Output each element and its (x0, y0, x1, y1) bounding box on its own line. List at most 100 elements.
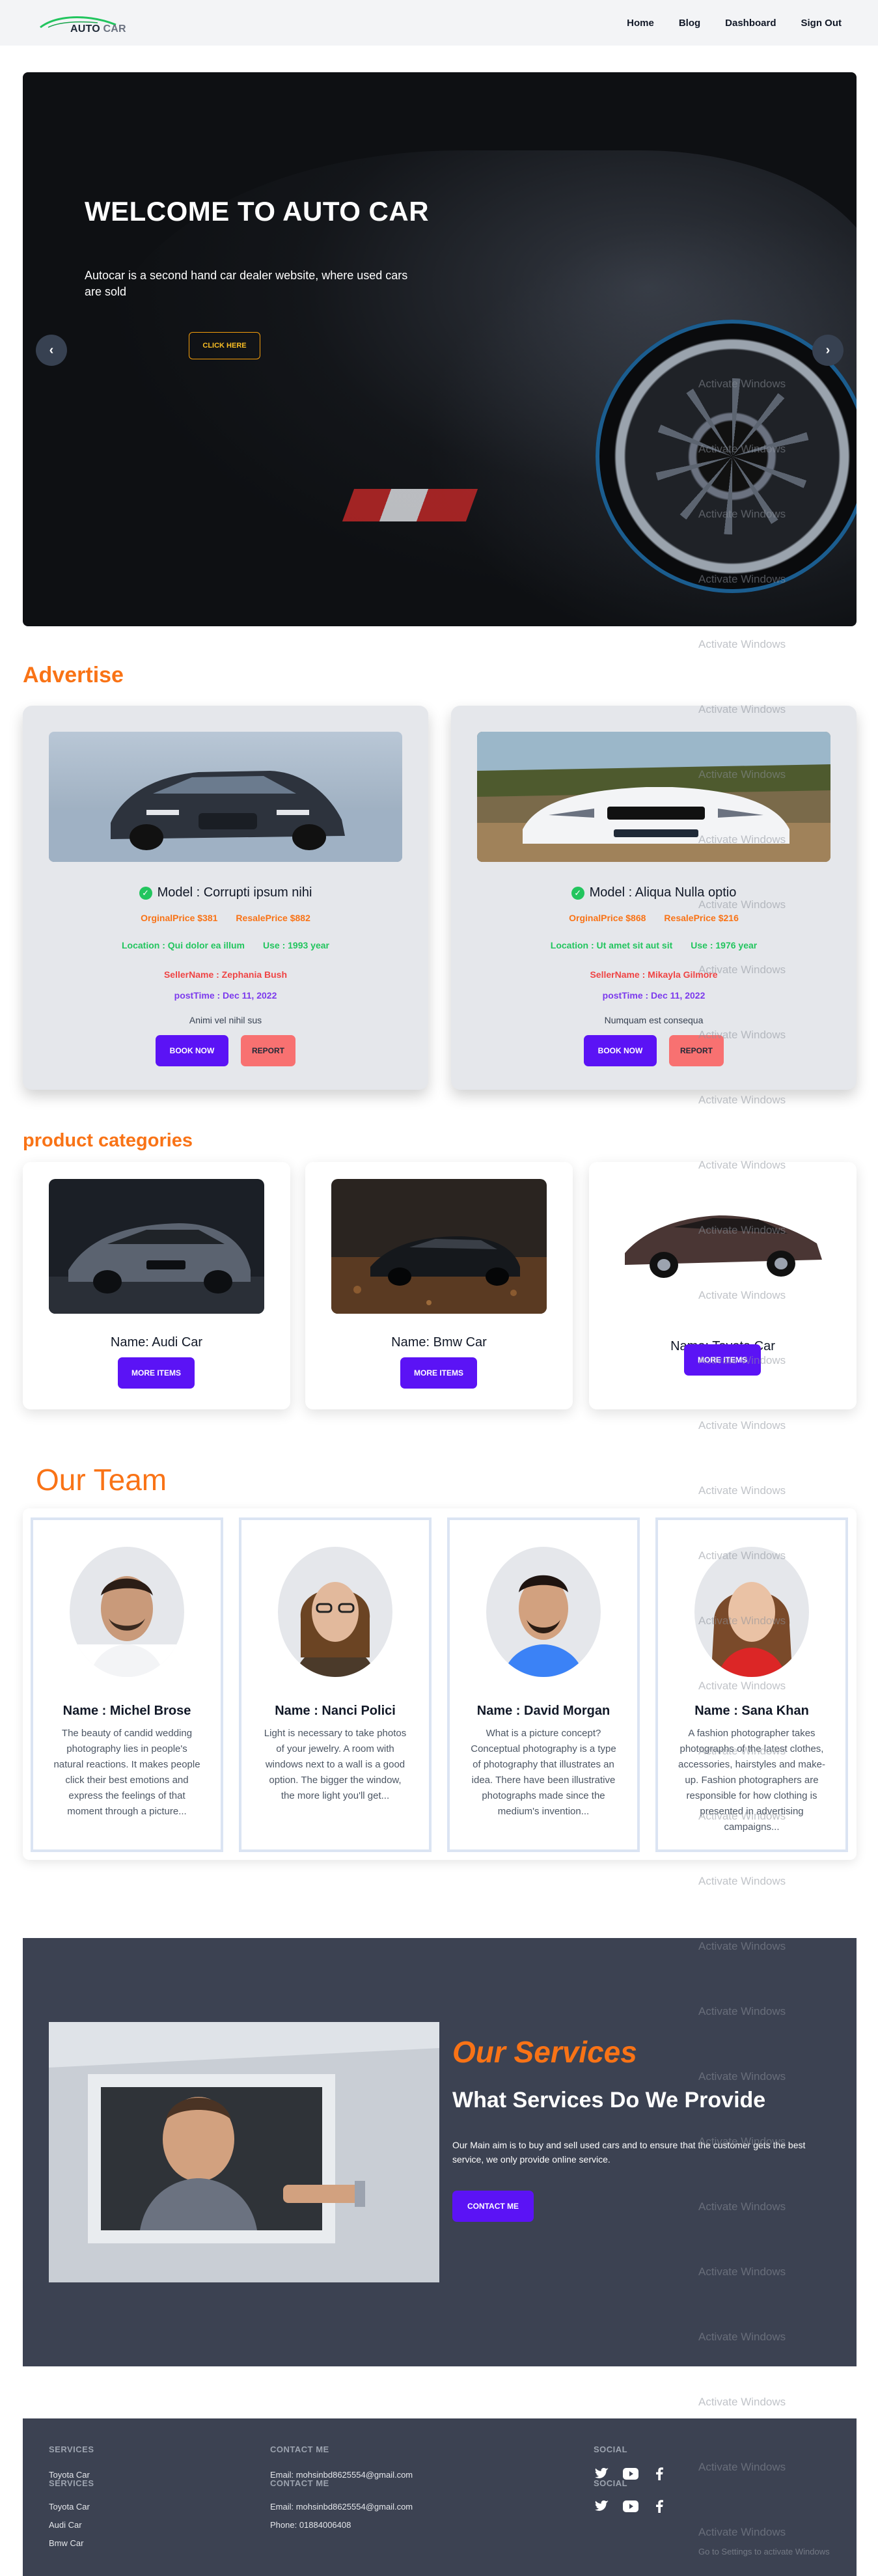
ad-location-use: Location : Qui dolor ea illum Use : 1993… (23, 940, 428, 950)
logo-text: AUTO CAR (70, 23, 126, 35)
watermark-text: Activate Windows (698, 2461, 786, 2473)
footer-service-link[interactable]: Audi Car (49, 2520, 82, 2530)
team-card: Name : Nanci Polici Light is necessary t… (239, 1517, 432, 1852)
watermark-text: Activate Windows (698, 2265, 786, 2278)
watermark-text: Activate Windows (698, 1680, 786, 1692)
hero-title: WELCOME TO AUTO CAR (85, 196, 430, 227)
twitter-icon[interactable] (594, 2499, 610, 2514)
ad-seller-row: SellerName : Zephania Bush (23, 969, 428, 980)
book-now-button[interactable]: BOOK NOW (156, 1035, 228, 1066)
footer-phone: Phone: 01884006408 (270, 2520, 351, 2530)
watermark-text: Activate Windows (698, 378, 786, 390)
logo[interactable]: AUTO CAR (39, 7, 137, 39)
watermark-text: Activate Windows (698, 1940, 786, 1952)
watermark-text: Activate Windows (698, 1745, 786, 1757)
book-now-button[interactable]: BOOK NOW (584, 1035, 657, 1066)
watermark-text: Activate Windows (698, 1419, 786, 1432)
navbar: AUTO CAR Home Blog Dashboard Sign Out (0, 0, 878, 46)
footer-contact-heading: CONTACT ME (270, 2444, 329, 2454)
ad-model: ✓ Model : Aliqua Nulla optio (451, 885, 857, 900)
carousel-next-button[interactable]: › (812, 335, 844, 366)
more-items-button[interactable]: MORE ITEMS (118, 1357, 195, 1389)
watermark-text: Activate Windows (698, 1875, 786, 1887)
ad-card: ✓ Model : Aliqua Nulla optio OrginalPric… (451, 706, 857, 1090)
category-name: Name: Audi Car (110, 1335, 203, 1350)
category-card-audi: Name: Audi Car MORE ITEMS (23, 1162, 290, 1409)
ad-use: Use : 1993 year (263, 940, 329, 950)
ad-buttons: BOOK NOW REPORT (451, 1035, 857, 1066)
watermark-text: Activate Windows (698, 638, 786, 650)
watermark-text: Activate Windows (698, 1614, 786, 1627)
ad-post-time: postTime : Dec 11, 2022 (602, 990, 706, 1001)
team-member-bio: What is a picture concept? Conceptual ph… (471, 1728, 616, 1817)
facebook-icon[interactable] (651, 2499, 668, 2514)
watermark-text: Activate Windows (698, 573, 786, 585)
footer-contact-heading-duplicate: CONTACT ME (270, 2478, 329, 2488)
watermark-text: Activate Windows (698, 2200, 786, 2213)
carousel-prev-button[interactable]: ‹ (36, 335, 67, 366)
nav-dashboard-link[interactable]: Dashboard (725, 18, 776, 29)
watermark-text: Activate Windows (698, 2526, 786, 2538)
team-member-photo (486, 1547, 601, 1677)
ad-location: Location : Qui dolor ea illum (122, 940, 245, 950)
category-card-toyota: Name: Toyota Car MORE ITEMS (589, 1162, 857, 1409)
check-circle-icon: ✓ (139, 886, 152, 900)
ad-prices: OrginalPrice $381 ResalePrice $882 (23, 913, 428, 923)
nav-blog-link[interactable]: Blog (679, 18, 700, 29)
ad-resale-price: ResalePrice $882 (236, 913, 310, 923)
hero-carousel: WELCOME TO AUTO CAR Autocar is a second … (23, 72, 857, 626)
ad-description: Animi vel nihil sus (189, 1015, 262, 1025)
watermark-text: Activate Windows (698, 898, 786, 911)
ad-description: Numquam est consequa (604, 1015, 704, 1025)
footer-service-link[interactable]: Bmw Car (49, 2538, 83, 2548)
footer-service-link[interactable]: Toyota Car (49, 2502, 90, 2512)
services-section: Our Services What Services Do We Provide… (23, 1938, 857, 2366)
watermark-hint: Go to Settings to activate Windows (698, 2547, 830, 2556)
ad-resale-price: ResalePrice $216 (664, 913, 739, 923)
watermark-text: Activate Windows (698, 1810, 786, 1822)
report-button[interactable]: REPORT (241, 1035, 295, 1066)
bmw-car-image (331, 1179, 547, 1314)
team-member-bio: The beauty of candid wedding photography… (53, 1728, 200, 1817)
team-member-photo (694, 1547, 809, 1677)
team-member-bio: Light is necessary to take photos of you… (264, 1728, 407, 1801)
watermark-text: Activate Windows (698, 2135, 786, 2148)
watermark-text: Activate Windows (698, 1094, 786, 1106)
chevron-right-icon: › (825, 342, 830, 357)
footer-services-heading-duplicate: SERVICES (49, 2478, 94, 2488)
ad-model: ✓ Model : Corrupti ipsum nihi (23, 885, 428, 900)
youtube-icon[interactable] (622, 2499, 639, 2514)
nav-links: Home Blog Dashboard Sign Out (627, 18, 842, 29)
contact-me-button[interactable]: CONTACT ME (452, 2191, 534, 2222)
watermark-text: Activate Windows (698, 703, 786, 715)
ad-location: Location : Ut amet sit aut sit (550, 940, 673, 950)
ad-buttons: BOOK NOW REPORT (23, 1035, 428, 1066)
ad-seller-row: SellerName : Mikayla Gilmore (451, 969, 857, 980)
ad-description-row: Animi vel nihil sus (23, 1015, 428, 1025)
logo-text-auto: AUTO (70, 23, 100, 35)
check-circle-icon: ✓ (571, 886, 584, 900)
category-name: Name: Bmw Car (391, 1335, 487, 1350)
more-items-button[interactable]: MORE ITEMS (400, 1357, 477, 1389)
ad-seller: SellerName : Zephania Bush (163, 969, 288, 980)
watermark-text: Activate Windows (698, 1354, 786, 1366)
facebook-icon[interactable] (651, 2467, 668, 2481)
ad-model-text: Model : Corrupti ipsum nihi (157, 885, 312, 900)
ad-location-use: Location : Ut amet sit aut sit Use : 197… (451, 940, 857, 950)
nav-home-link[interactable]: Home (627, 18, 654, 29)
team-card: Name : Michel Brose The beauty of candid… (31, 1517, 223, 1852)
watermark-text: Activate Windows (698, 1224, 786, 1236)
footer-social-heading: SOCIAL (594, 2444, 628, 2454)
footer-social-icons (594, 2499, 668, 2514)
hero-click-here-button[interactable]: CLICK HERE (189, 332, 260, 359)
watermark-text: Activate Windows (698, 768, 786, 781)
logo-text-car: CAR (103, 23, 126, 35)
footer-email[interactable]: Email: mohsinbd8625554@gmail.com (270, 2502, 413, 2512)
ad-use: Use : 1976 year (691, 940, 758, 950)
watermark-text: Activate Windows (698, 833, 786, 846)
nav-signout-link[interactable]: Sign Out (801, 18, 842, 29)
ad-description-row: Numquam est consequa (451, 1015, 857, 1025)
watermark-text: Activate Windows (698, 1549, 786, 1562)
watermark-text: Activate Windows (698, 963, 786, 976)
ad-post-time-row: postTime : Dec 11, 2022 (451, 990, 857, 1001)
